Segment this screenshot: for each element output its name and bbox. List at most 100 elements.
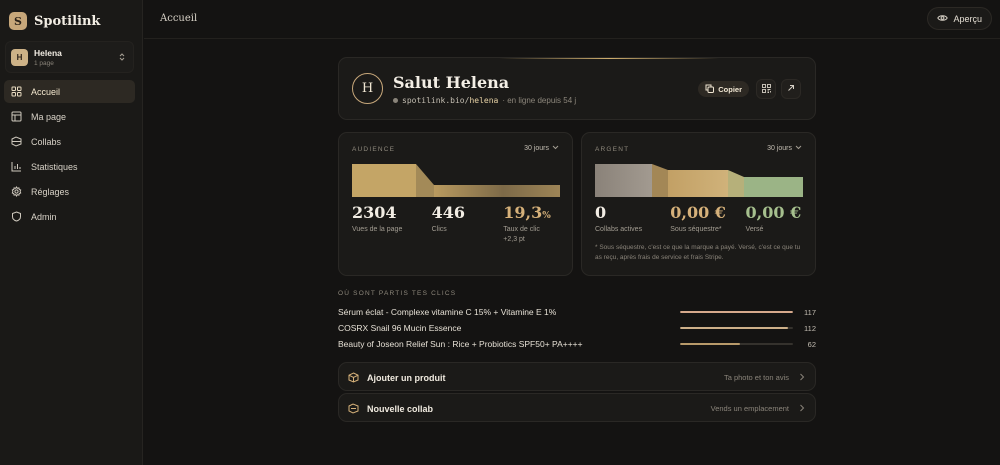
url-handle: helena (469, 96, 499, 105)
money-collabs-bar (595, 164, 652, 197)
paid-value: 0,00 € (745, 203, 802, 222)
paid-metric: 0,00 € Versé (746, 203, 802, 235)
brand[interactable]: S Spotilink (9, 12, 100, 30)
brand-logo: S (9, 12, 27, 30)
sidebar-item-statistiques[interactable]: Statistiques (4, 155, 135, 178)
money-paid-bar (744, 177, 803, 197)
money-transition-1 (652, 164, 668, 197)
click-bar-fill (680, 343, 740, 345)
sidebar-item-label: Admin (31, 211, 57, 222)
profile-url-line: spotilink.bio/helena · en ligne depuis 5… (393, 96, 576, 105)
page-layout-icon (11, 111, 22, 122)
copy-label: Copier (718, 84, 742, 94)
box-icon (348, 372, 359, 385)
external-link-icon (787, 84, 795, 94)
product-name: COSRX Snail 96 Mucin Essence (338, 323, 462, 333)
ctr-value: 19,3% (503, 203, 559, 222)
collabs-value: 0 (595, 203, 607, 222)
sidebar-item-label: Réglages (31, 186, 70, 197)
status-dot (393, 98, 398, 103)
product-name: Sérum éclat - Complexe vitamine C 15% + … (338, 307, 557, 317)
sidebar-item-collabs[interactable]: Collabs (4, 130, 135, 153)
shield-icon (11, 211, 22, 222)
home-grid-icon (11, 86, 22, 97)
add-product-action[interactable]: Ajouter un produit Ta photo et ton avis (338, 362, 816, 391)
sidebar-item-accueil[interactable]: Accueil (4, 80, 135, 103)
money-metrics: 0 Collabs actives 0,00 € Sous séquestre*… (595, 203, 802, 235)
profile-url[interactable]: spotilink.bio/helena (402, 96, 498, 105)
topbar: Accueil Aperçu (144, 0, 1000, 39)
accent-line (499, 58, 719, 59)
money-flow-chart (595, 164, 803, 197)
sidebar-nav: Accueil Ma page Collabs Statistiques Rég… (4, 80, 135, 230)
money-footnote: * Sous séquestre, c'est ce que la marque… (595, 244, 801, 261)
action-hint: Ta photo et ton avis (723, 373, 789, 382)
profile-avatar: H (352, 73, 383, 104)
clicks-section-title: OÙ SONT PARTIS TES CLICS (338, 290, 457, 297)
preview-button[interactable]: Aperçu (927, 7, 992, 30)
chevron-right-icon (799, 373, 805, 383)
money-period-select[interactable]: 30 jours (767, 145, 802, 152)
action-title: Ajouter un produit (367, 373, 446, 383)
ctr-unit: % (542, 211, 551, 221)
copy-button[interactable]: Copier (698, 81, 749, 97)
account-switcher[interactable]: H Helena 1 page (5, 41, 134, 73)
tag-icon (11, 136, 22, 147)
account-avatar: H (11, 48, 28, 66)
funnel-transition (416, 164, 434, 197)
click-item[interactable]: COSRX Snail 96 Mucin Essence 112 (338, 322, 816, 334)
url-prefix: spotilink.bio/ (402, 96, 470, 105)
click-bar-track (680, 327, 793, 329)
period-label: 30 jours (767, 145, 792, 152)
open-page-button[interactable] (781, 79, 801, 99)
click-bar-track (680, 311, 793, 313)
sidebar-item-ma-page[interactable]: Ma page (4, 105, 135, 128)
clicks-label: Clics (431, 226, 447, 233)
click-count: 112 (804, 323, 816, 333)
new-collab-action[interactable]: Nouvelle collab Vends un emplacement (338, 393, 816, 422)
sidebar-item-label: Collabs (31, 136, 62, 147)
click-count: 117 (804, 307, 816, 317)
account-page-count: 1 page (34, 59, 54, 67)
qr-code-button[interactable] (756, 79, 776, 99)
paid-label: Versé (745, 226, 764, 233)
sidebar-item-reglages[interactable]: Réglages (4, 180, 135, 203)
preview-label: Aperçu (953, 13, 982, 24)
online-status: · en ligne depuis 54 j (502, 96, 577, 105)
audience-metrics: 2304 Vues de la page 446 Clics 19,3% Tau… (352, 203, 559, 245)
views-value: 2304 (352, 203, 397, 222)
click-bar-fill (680, 327, 789, 329)
audience-funnel-chart (352, 164, 560, 197)
clicks-metric: 446 Clics (432, 203, 504, 245)
sequestered-value: 0,00 € (670, 203, 726, 222)
chevron-right-icon (799, 404, 805, 414)
sidebar-item-label: Statistiques (31, 161, 78, 172)
clicks-value: 446 (431, 203, 466, 222)
brand-name: Spotilink (34, 13, 101, 29)
sequestered-label: Sous séquestre* (670, 226, 722, 233)
greeting-title: Salut Helena (393, 73, 510, 92)
money-sequestered-bar (668, 170, 728, 197)
click-item[interactable]: Beauty of Joseon Relief Sun : Rice + Pro… (338, 338, 816, 350)
bar-chart-icon (11, 161, 22, 172)
click-item[interactable]: Sérum éclat - Complexe vitamine C 15% + … (338, 306, 816, 318)
click-count: 62 (807, 339, 816, 349)
money-card: ARGENT 30 jours 0 Collabs actives 0,00 €… (581, 132, 816, 276)
eye-icon (937, 14, 949, 24)
money-label: ARGENT (595, 146, 630, 153)
views-metric: 2304 Vues de la page (352, 203, 432, 245)
qr-code-icon (761, 83, 771, 95)
sidebar-item-label: Accueil (31, 86, 61, 97)
ctr-number: 19,3 (503, 203, 543, 222)
funnel-clicks-bar (434, 185, 560, 197)
action-title: Nouvelle collab (367, 404, 434, 414)
sequestered-metric: 0,00 € Sous séquestre* (670, 203, 745, 235)
period-label: 30 jours (524, 145, 549, 152)
chevron-down-icon (552, 145, 559, 152)
funnel-views-bar (352, 164, 416, 197)
sidebar-item-admin[interactable]: Admin (4, 205, 135, 228)
sidebar: S Spotilink H Helena 1 page Accueil Ma p… (0, 0, 143, 465)
audience-period-select[interactable]: 30 jours (524, 145, 559, 152)
account-name: Helena (34, 47, 62, 58)
ctr-label: Taux de clic +2,3 pt (503, 226, 540, 243)
